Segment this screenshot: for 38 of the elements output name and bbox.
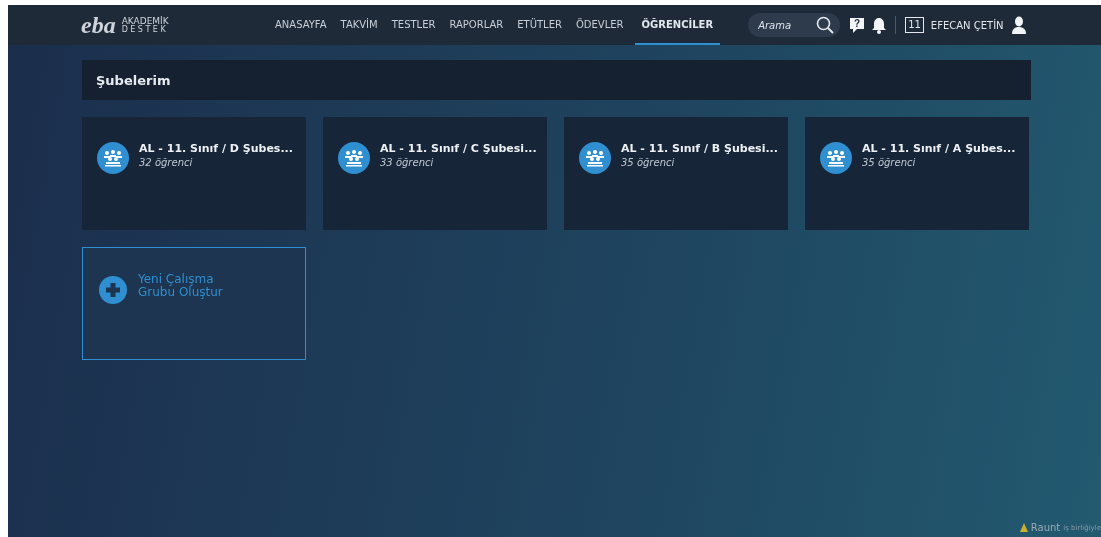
nav-tab[interactable]: ANASAYFA: [268, 5, 334, 45]
class-name: AL - 11. Sınıf / B Şubesi...: [621, 142, 778, 155]
nav-tab[interactable]: ÖĞRENCİLER: [634, 5, 721, 45]
user-icon[interactable]: [1011, 16, 1026, 34]
class-card[interactable]: AL - 11. Sınıf / D Şubes... 32 öğrenci: [82, 117, 306, 230]
nav-tab[interactable]: ÖDEVLER: [568, 5, 631, 45]
class-name: AL - 11. Sınıf / D Şubes...: [139, 142, 293, 155]
student-count: 33 öğrenci: [380, 157, 435, 168]
nav-tab[interactable]: RAPORLAR: [442, 5, 511, 45]
logo-text: AKADEMİK: [121, 16, 169, 26]
calendar-day[interactable]: 11: [905, 17, 924, 33]
student-count: 35 öğrenci: [621, 157, 676, 168]
bell-icon[interactable]: [872, 16, 887, 34]
section-title: Şubelerim: [96, 72, 171, 88]
new-group-card[interactable]: Yeni Çalışma Grubu Oluştur: [82, 247, 306, 360]
student-count: 32 öğrenci: [139, 157, 194, 168]
group-icon: [97, 142, 129, 174]
new-group-label: Yeni Çalışma Grubu Oluştur: [138, 271, 224, 299]
group-icon: [338, 142, 370, 174]
nav-tab[interactable]: TESTLER: [384, 5, 443, 45]
class-name: AL - 11. Sınıf / A Şubes...: [862, 142, 1016, 155]
logo-subtext: DESTEK: [121, 25, 169, 34]
class-card[interactable]: AL - 11. Sınıf / B Şubesi... 35 öğrenci: [564, 117, 788, 230]
class-name: AL - 11. Sınıf / C Şubesi...: [380, 142, 537, 155]
student-count: 35 öğrenci: [862, 157, 917, 168]
class-card[interactable]: AL - 11. Sınıf / A Şubes... 35 öğrenci: [805, 117, 1029, 230]
class-card[interactable]: AL - 11. Sınıf / C Şubesi... 33 öğrenci: [323, 117, 547, 230]
nav-tab[interactable]: ETÜTLER: [510, 5, 569, 45]
search-field[interactable]: Arama: [748, 13, 841, 37]
user-name[interactable]: EFECAN ÇETİN: [930, 19, 1004, 31]
group-icon: [579, 142, 611, 174]
help-icon[interactable]: ?: [848, 16, 867, 34]
search-icon[interactable]: [816, 16, 835, 34]
logo-mark[interactable]: eba: [81, 13, 116, 37]
partner-name: Raunt: [1030, 522, 1061, 533]
plus-icon: [98, 275, 128, 305]
group-icon: [820, 142, 852, 174]
nav-tab[interactable]: TAKVİM: [333, 5, 385, 45]
